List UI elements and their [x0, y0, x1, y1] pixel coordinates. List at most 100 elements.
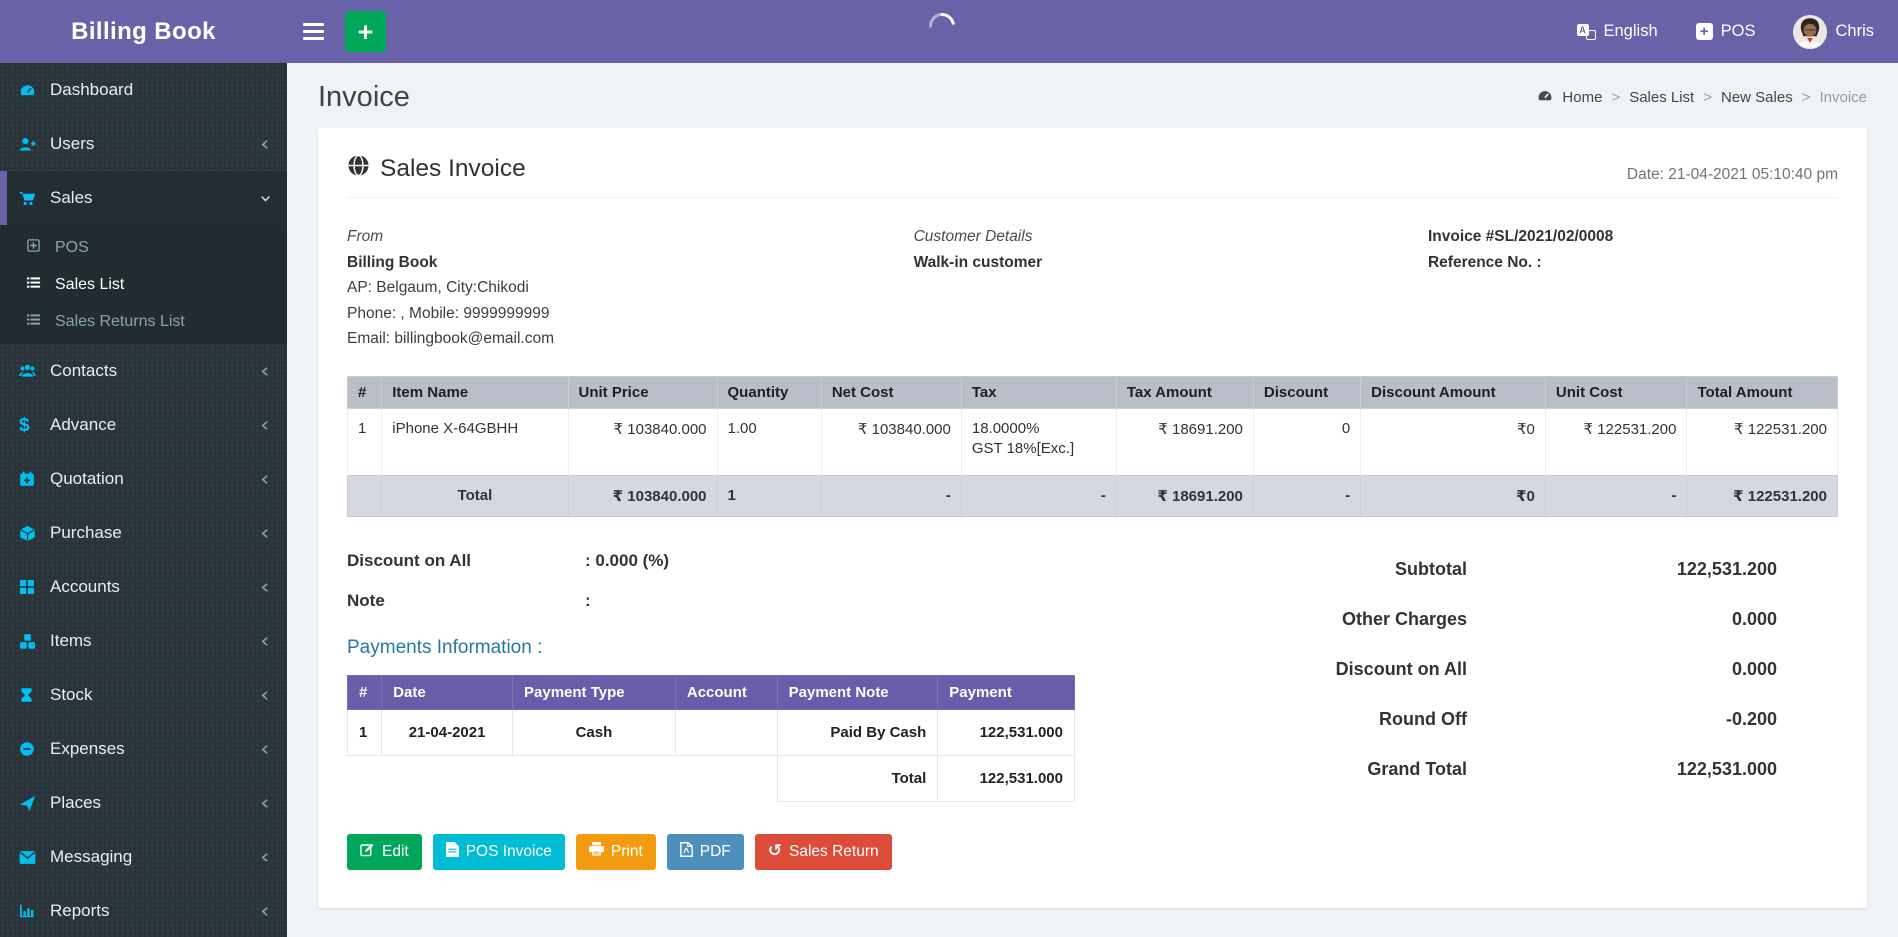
items-total-amount: ₹ 122531.200 [1687, 475, 1838, 516]
payments-header-note: Payment Note [777, 675, 938, 709]
from-phone: Phone: , Mobile: 9999999999 [347, 301, 914, 327]
sidebar-nav: Dashboard Users Sales POS Sales Li [0, 63, 287, 937]
breadcrumb-new-sales[interactable]: New Sales [1721, 89, 1793, 106]
sidebar-item-reports[interactable]: Reports [0, 884, 287, 937]
chevron-left-icon [260, 690, 271, 701]
items-header-tax: Tax [961, 376, 1116, 408]
invoice-lower-left: Discount on All : 0.000 (%) Note : Payme… [347, 543, 1167, 870]
summary-round-off-value: -0.200 [1467, 709, 1777, 730]
sidebar-item-sales[interactable]: Sales [0, 171, 287, 225]
sidebar-item-label: Reports [50, 901, 260, 921]
sidebar-item-label: Contacts [50, 361, 260, 381]
items-table-row: 1 iPhone X-64GBHH ₹ 103840.000 1.00 ₹ 10… [348, 408, 1838, 475]
payments-total-spacer [348, 755, 778, 801]
invoice-header: Sales Invoice Date: 21-04-2021 05:10:40 … [347, 154, 1838, 198]
payment-amount: 122,531.000 [938, 709, 1075, 755]
payments-header-sno: # [348, 675, 382, 709]
chevron-left-icon [260, 420, 271, 431]
sidebar-item-quotation[interactable]: Quotation [0, 452, 287, 506]
sidebar-item-dashboard[interactable]: Dashboard [0, 63, 287, 117]
summary-grand-total-row: Grand Total 122,531.000 [1167, 745, 1838, 795]
bar-chart-icon [19, 903, 50, 919]
plus-square-icon [1696, 23, 1713, 40]
sidebar-item-accounts[interactable]: Accounts [0, 560, 287, 614]
gauge-icon [19, 82, 50, 99]
sidebar-item-places[interactable]: Places [0, 776, 287, 830]
discount-on-all-label: Discount on All [347, 551, 585, 571]
chevron-down-icon [260, 193, 271, 204]
sidebar-item-messaging[interactable]: Messaging [0, 830, 287, 884]
payments-table: # Date Payment Type Account Payment Note… [347, 675, 1075, 802]
sidebar-item-label: Items [50, 631, 260, 651]
content: Invoice Home > Sales List > New Sales > … [287, 63, 1898, 937]
edit-button-label: Edit [382, 843, 409, 861]
minus-circle-icon [19, 741, 50, 757]
user-name: Chris [1835, 22, 1874, 41]
breadcrumb-sales-list[interactable]: Sales List [1629, 89, 1694, 106]
user-menu[interactable]: Chris [1793, 15, 1874, 49]
payment-note: Paid By Cash [777, 709, 938, 755]
sidebar-subitem-sales-list[interactable]: Sales List [0, 266, 287, 303]
sidebar-subitem-pos[interactable]: POS [0, 229, 287, 266]
invoice-lower: Discount on All : 0.000 (%) Note : Payme… [347, 543, 1838, 870]
calendar-plus-icon [19, 471, 50, 487]
language-label: English [1604, 22, 1658, 41]
app-brand[interactable]: Billing Book [0, 0, 287, 63]
people-icon [19, 363, 50, 380]
chevron-left-icon [260, 852, 271, 863]
sidebar-item-expenses[interactable]: Expenses [0, 722, 287, 776]
payment-type: Cash [513, 709, 676, 755]
sidebar-item-purchase[interactable]: Purchase [0, 506, 287, 560]
payments-total-row: Total 122,531.000 [348, 755, 1075, 801]
language-menu[interactable]: English [1577, 22, 1658, 41]
sidebar-item-label: Expenses [50, 739, 260, 759]
pdf-button[interactable]: PDF [667, 834, 744, 870]
pos-shortcut[interactable]: POS [1696, 22, 1756, 41]
item-tax-name: GST 18%[Exc.] [972, 440, 1106, 457]
payment-date: 21-04-2021 [382, 709, 513, 755]
sidebar-item-label: Places [50, 793, 260, 813]
items-table-total-row: Total ₹ 103840.000 1 - - ₹ 18691.200 - ₹… [348, 475, 1838, 516]
payment-sno: 1 [348, 709, 382, 755]
print-button[interactable]: Print [576, 834, 656, 870]
items-total-label: Total [382, 475, 568, 516]
summary-other-charges-row: Other Charges 0.000 [1167, 595, 1838, 645]
pos-label: POS [1721, 22, 1756, 41]
undo-icon [768, 843, 782, 861]
sales-return-button[interactable]: Sales Return [755, 834, 892, 870]
sidebar-toggle[interactable] [287, 0, 339, 63]
sidebar: Billing Book Dashboard Users Sales POS [0, 0, 287, 937]
sidebar-item-advance[interactable]: $ Advance [0, 398, 287, 452]
invoice-date: Date: 21-04-2021 05:10:40 pm [1627, 166, 1838, 184]
sidebar-item-label: Sales [50, 188, 260, 208]
item-total: ₹ 122531.200 [1687, 408, 1838, 475]
chevron-left-icon [260, 636, 271, 647]
sidebar-item-stock[interactable]: Stock [0, 668, 287, 722]
sidebar-item-users[interactable]: Users [0, 117, 287, 171]
quick-add-button[interactable] [345, 11, 386, 52]
chevron-left-icon [260, 798, 271, 809]
breadcrumb-home[interactable]: Home [1562, 89, 1602, 106]
summary-other-charges-label: Other Charges [1342, 609, 1467, 630]
summary-discount-value: 0.000 [1467, 659, 1777, 680]
sidebar-subitem-sales-returns-list[interactable]: Sales Returns List [0, 303, 287, 340]
plus-square-icon [26, 238, 55, 258]
invoice-section-title-wrap: Sales Invoice [347, 154, 526, 184]
summary-other-charges-value: 0.000 [1467, 609, 1777, 630]
sidebar-subitem-label: POS [55, 239, 271, 257]
edit-button[interactable]: Edit [347, 834, 422, 870]
summary-grand-total-value: 122,531.000 [1467, 759, 1777, 780]
items-table: # Item Name Unit Price Quantity Net Cost… [347, 376, 1838, 517]
from-email: Email: billingbook@email.com [347, 326, 914, 352]
pos-invoice-button-label: POS Invoice [466, 843, 552, 861]
print-button-label: Print [611, 843, 643, 861]
sidebar-item-label: Purchase [50, 523, 260, 543]
sidebar-item-items[interactable]: Items [0, 614, 287, 668]
sidebar-item-contacts[interactable]: Contacts [0, 344, 287, 398]
customer-block: Customer Details Walk-in customer [914, 224, 1428, 352]
pos-invoice-button[interactable]: POS Invoice [433, 834, 565, 870]
breadcrumb-separator: > [1611, 89, 1620, 106]
dollar-icon: $ [19, 417, 50, 434]
app-root: Billing Book Dashboard Users Sales POS [0, 0, 1898, 937]
sidebar-item-label: Dashboard [50, 80, 271, 100]
